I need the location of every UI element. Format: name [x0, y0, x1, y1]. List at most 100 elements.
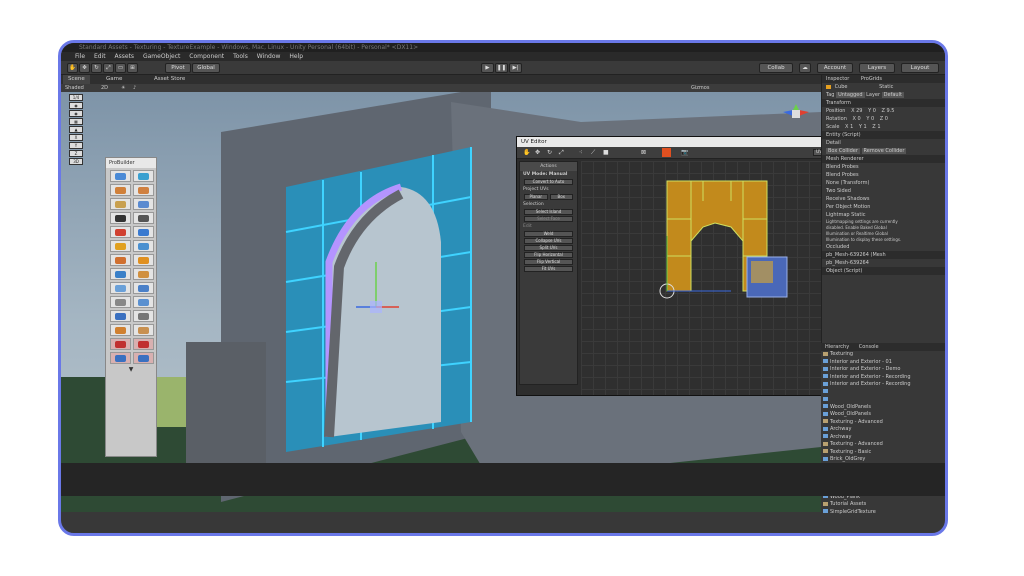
project-tree-item[interactable]: Archway — [821, 426, 945, 434]
face-icon[interactable]: ▦ — [69, 118, 83, 125]
tab-hierarchy[interactable]: Hierarchy — [825, 344, 849, 350]
pb-tool-button[interactable] — [110, 268, 131, 280]
audio-icon[interactable]: ♪ — [133, 84, 136, 92]
pb-scroll-down-icon[interactable]: ▼ — [106, 366, 156, 373]
pb-tool-button[interactable] — [110, 296, 131, 308]
reflection-probes-dropdown[interactable]: Blend Probes — [822, 171, 945, 179]
project-tree-item[interactable]: Tutorial Assets — [821, 501, 945, 509]
menu-edit[interactable]: Edit — [94, 53, 106, 60]
rect-tool-icon[interactable]: ▭ — [115, 63, 126, 73]
weld-button[interactable]: Weld — [524, 231, 573, 237]
static-toggle[interactable]: Static — [879, 84, 893, 90]
mode-2d-toggle[interactable]: 2D — [101, 84, 108, 92]
select-face-button[interactable]: Select Face — [524, 216, 573, 222]
project-tree-item[interactable]: Texturing - Advanced — [821, 441, 945, 449]
project-tree-item[interactable] — [821, 396, 945, 404]
pb-tool-button[interactable] — [133, 282, 154, 294]
transform-header[interactable]: Transform — [822, 99, 945, 107]
light-probes-dropdown[interactable]: Blend Probes — [822, 163, 945, 171]
menu-gameobject[interactable]: GameObject — [143, 53, 180, 60]
scale-x-field[interactable]: 1 — [850, 124, 853, 130]
tab-console[interactable]: Console — [859, 344, 879, 350]
convert-auto-button[interactable]: Convert to Auto — [524, 179, 573, 185]
pivot-toggle[interactable]: Pivot — [165, 63, 191, 73]
gizmo-center[interactable] — [370, 301, 382, 313]
cast-shadows-dropdown[interactable]: Two Sided — [822, 187, 945, 195]
layer-dropdown[interactable]: Default — [881, 92, 904, 98]
pb-tool-button[interactable] — [110, 352, 131, 364]
pb-tool-button[interactable] — [133, 212, 154, 224]
pb-tool-button[interactable] — [133, 296, 154, 308]
scale-tool-icon[interactable]: ⤢ — [103, 63, 114, 73]
mesh-field[interactable]: pb_Mesh-639264 — [822, 259, 945, 267]
box-collider-button[interactable]: Box Collider — [826, 148, 860, 154]
motion-vectors-dropdown[interactable]: Per Object Motion — [822, 203, 945, 211]
tab-asset-store[interactable]: Asset Store — [149, 75, 190, 84]
project-tree-item[interactable]: SimpleGridTexture — [821, 509, 945, 517]
anchor-override-field[interactable]: None (Transform) — [822, 179, 945, 187]
pb-tool-button[interactable] — [133, 198, 154, 210]
global-toggle[interactable]: Global — [192, 63, 220, 73]
lock-icon[interactable]: ▲ — [69, 126, 83, 133]
hand-tool-icon[interactable]: ✋ — [523, 149, 530, 156]
axis-x-button[interactable]: X — [69, 134, 83, 141]
pb-tool-button[interactable] — [133, 226, 154, 238]
rotate-tool-icon[interactable]: ↻ — [547, 149, 552, 156]
project-tree-item[interactable]: Texturing — [821, 351, 945, 359]
project-tree-item[interactable] — [821, 389, 945, 397]
pb-tool-button[interactable] — [110, 310, 131, 322]
project-tree-item[interactable]: Interior and Exterior - Recording — [821, 374, 945, 382]
pb-tool-button[interactable] — [133, 310, 154, 322]
account-button[interactable]: Account — [817, 63, 853, 73]
vertex-mode-icon[interactable]: ⁖ — [579, 149, 583, 156]
scale-y-field[interactable]: 1 — [864, 124, 867, 130]
layers-button[interactable]: Layers — [859, 63, 895, 73]
menu-assets[interactable]: Assets — [115, 53, 135, 60]
pb-tool-button[interactable] — [133, 338, 154, 350]
grid-3d-button[interactable]: 3D — [69, 158, 83, 165]
pb-tool-button[interactable] — [133, 268, 154, 280]
uv-selected-patch[interactable] — [751, 261, 773, 283]
axis-y-button[interactable]: Y — [69, 142, 83, 149]
project-tree-item[interactable]: Interior and Exterior - Recording — [821, 381, 945, 389]
object-name-field[interactable]: Cube — [835, 84, 848, 90]
fit-uvs-button[interactable]: Fit UVs — [524, 266, 573, 272]
pb-tool-button[interactable] — [110, 212, 131, 224]
menu-window[interactable]: Window — [257, 53, 281, 60]
box-button[interactable]: Box — [549, 194, 573, 200]
scale-tool-icon[interactable]: ⤢ — [559, 149, 564, 157]
cloud-icon[interactable]: ☁ — [799, 63, 811, 73]
rotation-x-field[interactable]: 0 — [858, 116, 861, 122]
project-tree-item[interactable]: Wood_OldPanels — [821, 411, 945, 419]
planar-button[interactable]: Planar — [524, 194, 548, 200]
layout-button[interactable]: Layout — [901, 63, 939, 73]
pb-tool-button[interactable] — [110, 170, 131, 182]
lightmap-icon[interactable]: ⊠ — [641, 149, 646, 156]
mesh-header[interactable]: pb_Mesh-639264 (Mesh — [822, 251, 945, 259]
tab-progrids[interactable]: ProGrids — [861, 76, 882, 82]
project-tree-item[interactable]: Wood_OldPanels — [821, 404, 945, 412]
gizmos-dropdown[interactable]: Gizmos — [691, 84, 709, 92]
pb-tool-button[interactable] — [110, 324, 131, 336]
pause-icon[interactable]: ❚❚ — [495, 63, 508, 73]
axis-z-button[interactable]: Z — [69, 150, 83, 157]
occluded-toggle[interactable]: Occluded — [822, 243, 945, 251]
position-z-field[interactable]: 9.5 — [887, 108, 895, 114]
pb-tool-button[interactable] — [133, 170, 154, 182]
tab-inspector[interactable]: Inspector — [826, 76, 849, 82]
play-icon[interactable]: ▶ — [481, 63, 494, 73]
split-uvs-button[interactable]: Split UVs — [524, 245, 573, 251]
menu-tools[interactable]: Tools — [233, 53, 248, 60]
pb-tool-button[interactable] — [133, 352, 154, 364]
face-mode-icon[interactable]: ■ — [603, 149, 609, 156]
select-island-button[interactable]: Select Island — [524, 209, 573, 215]
detail-dropdown[interactable]: Detail — [822, 139, 945, 147]
position-y-field[interactable]: 0 — [873, 108, 876, 114]
pb-tool-button[interactable] — [110, 184, 131, 196]
pb-tool-button[interactable] — [110, 240, 131, 252]
flip-vertical-button[interactable]: Flip Vertical — [524, 259, 573, 265]
pb-tool-button[interactable] — [133, 184, 154, 196]
move-tool-icon[interactable]: ✥ — [79, 63, 90, 73]
collab-button[interactable]: Collab — [759, 63, 793, 73]
camera-icon[interactable]: 📷 — [681, 149, 688, 156]
